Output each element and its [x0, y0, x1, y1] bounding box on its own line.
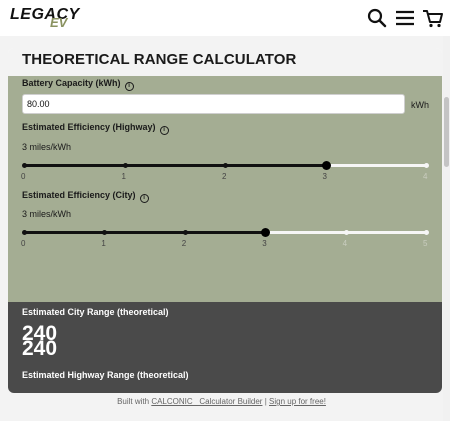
menu-icon[interactable] — [394, 8, 416, 28]
highway-efficiency-label-text: Estimated Efficiency (Highway) — [22, 122, 156, 132]
highway-slider-tick-label: 3 — [322, 172, 327, 181]
city-slider-fill — [24, 231, 266, 234]
city-slider-tick-label: 4 — [342, 239, 348, 248]
city-efficiency-value: 3 miles/kWh — [22, 209, 72, 219]
highway-slider-tick[interactable] — [424, 163, 429, 168]
battery-capacity-label: Battery Capacity (kWh) i — [22, 78, 134, 91]
scrollbar-thumb[interactable] — [444, 97, 449, 167]
battery-unit: kWh — [411, 100, 429, 110]
cart-icon[interactable] — [422, 8, 444, 28]
city-slider-tick[interactable] — [343, 230, 349, 235]
city-slider-tick-label: 3 — [262, 239, 267, 248]
info-icon[interactable]: i — [159, 126, 169, 135]
city-slider-tick[interactable] — [424, 230, 429, 235]
results-panel: Estimated City Range (theoretical) 240 E… — [8, 302, 442, 393]
city-slider-tick-label: 2 — [181, 239, 187, 248]
battery-capacity-label-text: Battery Capacity (kWh) — [22, 78, 121, 88]
highway-slider-tick-label: 2 — [222, 172, 227, 181]
logo-subtext: EV — [50, 15, 68, 30]
highway-efficiency-value: 3 miles/kWh — [22, 142, 72, 152]
city-slider-tick-label: 5 — [423, 239, 428, 248]
highway-slider-tick[interactable] — [122, 163, 128, 168]
scrollbar-track[interactable] — [443, 36, 450, 421]
highway-range-label: Estimated Highway Range (theoretical) — [22, 370, 189, 380]
city-slider-thumb[interactable] — [261, 228, 271, 237]
highway-slider-tick[interactable] — [223, 163, 228, 168]
battery-capacity-input[interactable]: 80.00 — [22, 94, 405, 114]
city-efficiency-slider[interactable]: 0 1 2 3 4 5 — [21, 227, 429, 249]
highway-slider-tick-label: 1 — [121, 172, 126, 181]
range-calculator: THEORETICAL RANGE CALCULATOR Battery Cap… — [8, 48, 442, 393]
city-slider-tick-label: 1 — [101, 239, 106, 248]
city-slider-tick[interactable] — [102, 230, 108, 235]
highway-slider-thumb[interactable] — [321, 161, 331, 170]
info-icon[interactable]: i — [124, 82, 134, 91]
highway-slider-tick-label: 4 — [423, 172, 428, 181]
site-header: LEGACY EV — [0, 0, 450, 36]
calculator-title: THEORETICAL RANGE CALCULATOR — [8, 48, 442, 76]
city-slider-tick[interactable] — [182, 230, 188, 235]
highway-efficiency-label: Estimated Efficiency (Highway) i — [22, 122, 169, 135]
highway-slider-tick-label: 0 — [21, 172, 26, 181]
highway-slider-fill — [24, 164, 326, 167]
calconic-link[interactable]: CALCONIC_ Calculator Builder — [151, 397, 262, 406]
city-range-label: Estimated City Range (theoretical) — [22, 307, 169, 317]
info-icon[interactable]: i — [139, 194, 149, 203]
city-slider-tick[interactable] — [22, 230, 27, 235]
highway-range-value: 240 — [22, 337, 58, 360]
logo-text: LEGACY — [10, 6, 80, 23]
footer-separator: | — [264, 397, 267, 406]
signup-link[interactable]: Sign up for free! — [269, 397, 326, 406]
highway-slider-tick[interactable] — [22, 163, 27, 168]
footer-prefix: Built with — [117, 397, 150, 406]
inputs-panel: Battery Capacity (kWh) i 80.00 kWh Estima… — [8, 76, 442, 302]
city-efficiency-label: Estimated Efficiency (City) i — [22, 190, 149, 203]
city-slider-tick-label: 0 — [21, 239, 26, 248]
search-icon[interactable] — [366, 8, 388, 28]
footer-credit: Built with CALCONIC_ Calculator Builder … — [0, 397, 443, 406]
city-efficiency-label-text: Estimated Efficiency (City) — [22, 190, 136, 200]
highway-efficiency-slider[interactable]: 0 1 2 3 4 — [21, 160, 429, 182]
